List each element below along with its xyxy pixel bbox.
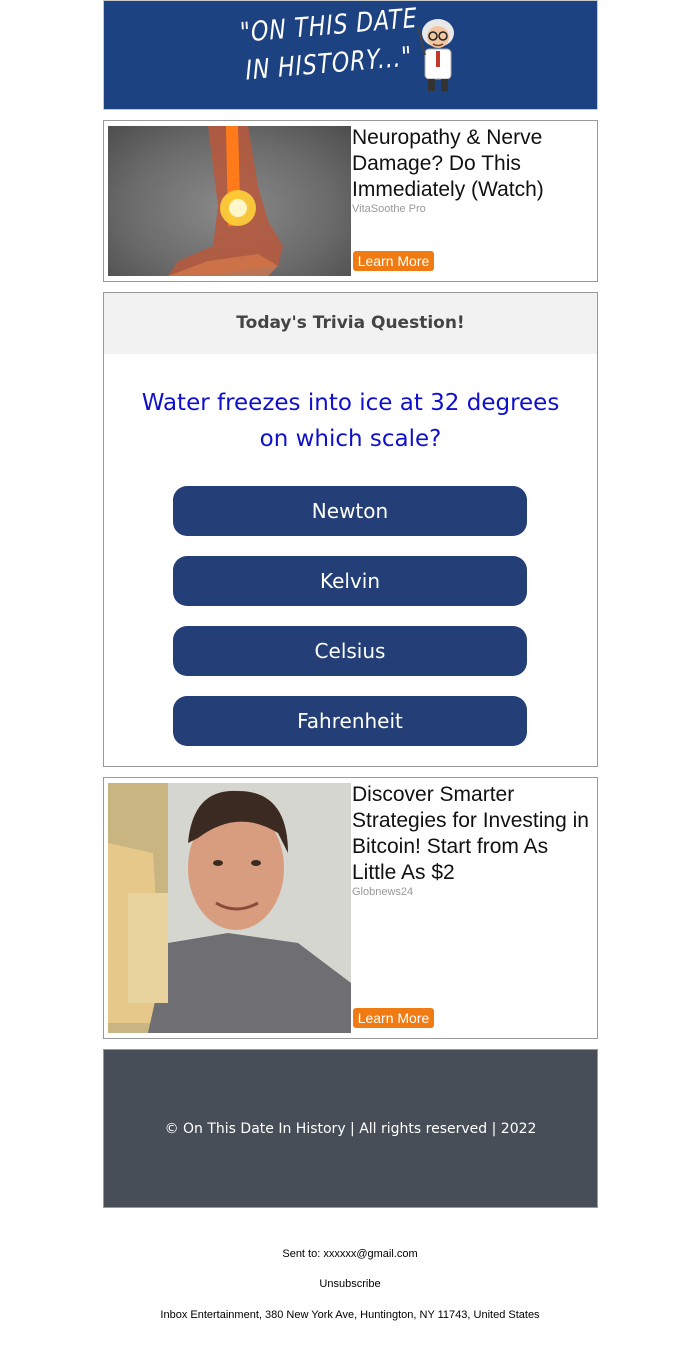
trivia-question: Water freezes into ice at 32 degrees on … [141, 390, 560, 452]
learn-more-button[interactable]: Learn More [353, 1008, 434, 1028]
answer-button-fahrenheit[interactable]: Fahrenheit [173, 696, 527, 746]
logo-text: "ON THIS DATE IN HISTORY..." [239, 2, 418, 90]
ad-headline[interactable]: Neuropathy & Nerve Damage? Do This Immed… [352, 125, 592, 215]
sponsored-ad-bitcoin[interactable]: Discover Smarter Strategies for Investin… [103, 777, 598, 1039]
ad-title-text[interactable]: Discover Smarter Strategies for Investin… [352, 783, 589, 884]
ad-source: Globnews24 [352, 886, 414, 898]
answer-button-celsius[interactable]: Celsius [173, 626, 527, 676]
footer-copyright: © On This Date In History | All rights r… [103, 1049, 598, 1208]
foot-xray-icon [168, 126, 283, 276]
sender-address: Inbox Entertainment, 380 New York Ave, H… [160, 1309, 540, 1321]
trivia-card: Today's Trivia Question! Water freezes i… [103, 292, 598, 767]
unsubscribe-link[interactable]: Unsubscribe [0, 1278, 700, 1290]
man-portrait-icon [108, 783, 351, 1033]
sent-to-text: Sent to: xxxxxx@gmail.com [282, 1248, 418, 1260]
ad-title-text[interactable]: Neuropathy & Nerve Damage? Do This Immed… [352, 126, 544, 201]
sponsored-ad-neuropathy[interactable]: Neuropathy & Nerve Damage? Do This Immed… [103, 120, 598, 282]
professor-mascot-icon [417, 19, 454, 91]
newsletter-header: "ON THIS DATE IN HISTORY..." [103, 0, 598, 110]
ad-source: VitaSoothe Pro [352, 203, 426, 215]
ad-image-foot[interactable] [108, 126, 351, 276]
answer-button-newton[interactable]: Newton [173, 486, 527, 536]
ad-image-man-with-cash[interactable] [108, 783, 351, 1033]
trivia-heading: Today's Trivia Question! [104, 293, 597, 354]
ad-headline[interactable]: Discover Smarter Strategies for Investin… [352, 782, 592, 898]
answer-button-kelvin[interactable]: Kelvin [173, 556, 527, 606]
learn-more-button[interactable]: Learn More [353, 251, 434, 271]
